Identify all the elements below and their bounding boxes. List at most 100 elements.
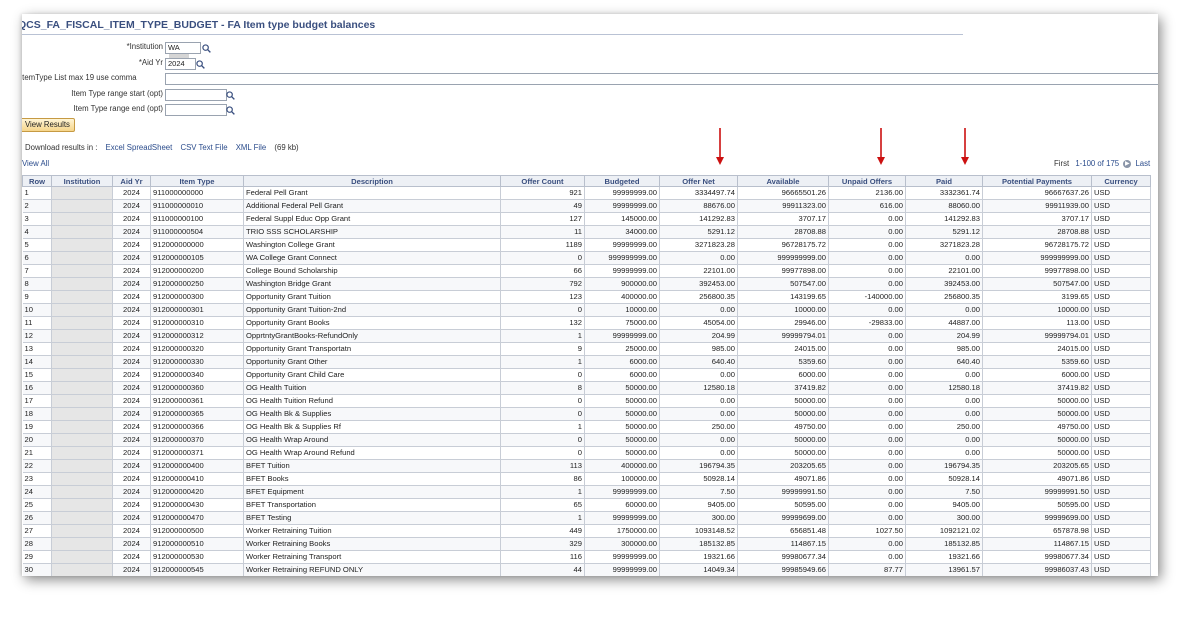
table-cell: 329 xyxy=(500,537,585,551)
table-cell: Washington College Grant xyxy=(243,238,501,252)
table-cell: 44887.00 xyxy=(905,316,983,330)
itemtype-list-label: ItemType List max 19 use comma xyxy=(22,73,137,82)
xml-download-link[interactable]: XML File xyxy=(236,143,266,152)
table-cell xyxy=(51,472,113,486)
table-cell: USD xyxy=(1091,563,1151,576)
column-header[interactable]: Paid xyxy=(905,175,983,187)
table-cell: USD xyxy=(1091,524,1151,538)
table-cell: 99999991.50 xyxy=(982,485,1092,499)
institution-lookup-search-icon[interactable] xyxy=(202,44,211,53)
table-cell xyxy=(51,381,113,395)
column-header[interactable]: Item Type xyxy=(150,175,244,187)
table-cell: 392453.00 xyxy=(905,277,983,291)
table-cell: -140000.00 xyxy=(828,290,906,304)
excel-download-link[interactable]: Excel SpreadSheet xyxy=(106,143,173,152)
table-row: 4 2024 911000000504 TRIO SSS SCHOLARSHIP 11 3… xyxy=(22,225,1151,239)
table-cell: 2024 xyxy=(112,355,151,369)
table-cell: USD xyxy=(1091,251,1151,265)
table-cell: 2024 xyxy=(112,446,151,460)
table-cell: 132 xyxy=(500,316,585,330)
table-row: 19 2024 912000000366 OG Health Bk & Supplie… xyxy=(22,420,1151,434)
range-end-lookup-search-icon[interactable] xyxy=(226,106,235,115)
column-header[interactable]: Aid Yr xyxy=(112,175,151,187)
table-cell: 50000.00 xyxy=(584,394,660,408)
grid-pager: First 1-100 of 175 ▶ Last xyxy=(1054,159,1150,168)
table-cell: 99977898.00 xyxy=(737,264,829,278)
table-cell: 300.00 xyxy=(659,511,738,525)
table-cell: 912000000470 xyxy=(150,511,244,525)
table-cell: 2024 xyxy=(112,212,151,226)
table-cell: 96667637.26 xyxy=(982,186,1092,200)
itemtype-list-input[interactable] xyxy=(165,73,1158,85)
table-cell: 0.00 xyxy=(828,420,906,434)
column-header[interactable]: Unpaid Offers xyxy=(828,175,906,187)
table-cell: 8 xyxy=(500,381,585,395)
table-cell: 96728175.72 xyxy=(982,238,1092,252)
last-page-link[interactable]: Last xyxy=(1135,159,1150,168)
table-cell: 0.00 xyxy=(828,225,906,239)
table-cell: 0 xyxy=(500,433,585,447)
institution-input[interactable]: WA xyxy=(165,42,201,63)
range-end-input[interactable] xyxy=(165,104,227,116)
table-cell: 3199.65 xyxy=(982,290,1092,304)
aid-yr-lookup-search-icon[interactable] xyxy=(196,60,205,69)
table-cell xyxy=(51,459,113,473)
table-cell: Worker Retraining REFUND ONLY xyxy=(243,563,501,576)
column-header[interactable]: Description xyxy=(243,175,501,187)
view-all-link[interactable]: View All xyxy=(22,159,49,168)
table-cell: 1189 xyxy=(500,238,585,252)
column-header[interactable]: Offer Count xyxy=(500,175,585,187)
table-cell: USD xyxy=(1091,550,1151,564)
table-cell: 0.00 xyxy=(828,368,906,382)
table-cell xyxy=(51,186,113,200)
table-cell: 1 xyxy=(500,420,585,434)
table-cell: 911000000100 xyxy=(150,212,244,226)
csv-download-link[interactable]: CSV Text File xyxy=(180,143,227,152)
table-cell: 0.00 xyxy=(828,394,906,408)
table-cell: 13961.57 xyxy=(905,563,983,576)
table-cell: 50928.14 xyxy=(905,472,983,486)
table-cell: 50000.00 xyxy=(982,446,1092,460)
view-results-button[interactable]: View Results xyxy=(22,118,75,132)
column-header[interactable]: Potential Payments xyxy=(982,175,1092,187)
next-page-arrow-icon[interactable]: ▶ xyxy=(1123,159,1132,168)
table-cell: USD xyxy=(1091,381,1151,395)
table-cell: 2024 xyxy=(112,238,151,252)
table-cell: 0 xyxy=(500,407,585,421)
column-header[interactable]: Offer Net xyxy=(659,175,738,187)
table-cell: 3707.17 xyxy=(982,212,1092,226)
table-cell: USD xyxy=(1091,329,1151,343)
table-cell: 250.00 xyxy=(659,420,738,434)
table-cell: 0.00 xyxy=(828,407,906,421)
column-header[interactable]: Currency xyxy=(1091,175,1151,187)
table-cell: USD xyxy=(1091,290,1151,304)
table-cell: 12580.18 xyxy=(905,381,983,395)
column-header[interactable]: Institution xyxy=(51,175,113,187)
table-cell: 912000000430 xyxy=(150,498,244,512)
table-cell: 0.00 xyxy=(828,251,906,265)
table-cell: 50000.00 xyxy=(737,446,829,460)
column-header[interactable]: Row xyxy=(22,175,52,187)
table-cell: 912000000366 xyxy=(150,420,244,434)
table-cell: 28 xyxy=(22,537,52,551)
range-start-input[interactable] xyxy=(165,89,227,101)
table-cell: Opportunity Grant Transportatn xyxy=(243,342,501,356)
table-cell: 3332361.74 xyxy=(905,186,983,200)
table-cell: 2024 xyxy=(112,290,151,304)
table-row: 17 2024 912000000361 OG Health Tuition Refu… xyxy=(22,394,1151,408)
range-start-lookup-search-icon[interactable] xyxy=(226,91,235,100)
table-row: 28 2024 912000000510 Worker Retraining Book… xyxy=(22,537,1151,551)
table-cell: 1093148.52 xyxy=(659,524,738,538)
table-cell: 37419.82 xyxy=(737,381,829,395)
table-cell: 912000000510 xyxy=(150,537,244,551)
column-header[interactable]: Budgeted xyxy=(584,175,660,187)
table-cell: 27 xyxy=(22,524,52,538)
table-cell: Opportunity Grant Tuition-2nd xyxy=(243,303,501,317)
column-header[interactable]: Available xyxy=(737,175,829,187)
table-cell: 9 xyxy=(22,290,52,304)
table-cell: 116 xyxy=(500,550,585,564)
aid-yr-input[interactable]: 2024 xyxy=(165,58,196,70)
table-cell: 7 xyxy=(22,264,52,278)
table-cell: 0.00 xyxy=(828,459,906,473)
table-cell: 912000000300 xyxy=(150,290,244,304)
